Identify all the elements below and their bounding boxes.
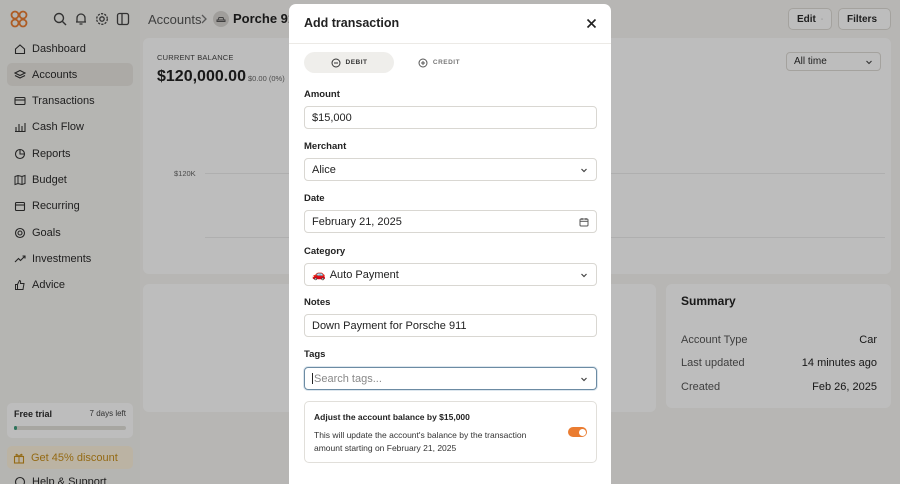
adjust-balance-description: This will update the account's balance b… [314,430,527,453]
date-value: February 21, 2025 [312,215,402,228]
tags-label: Tags [304,349,326,360]
amount-label: Amount [304,89,340,100]
calendar-icon[interactable] [579,217,589,227]
date-field[interactable]: February 21, 2025 [304,210,597,233]
category-label: Category [304,246,346,257]
date-label: Date [304,193,325,204]
chevron-down-icon[interactable] [579,374,589,384]
notes-label: Notes [304,297,331,308]
amount-value: $15,000 [312,111,352,124]
plus-circle-icon [418,58,428,67]
category-value: Auto Payment [329,268,399,281]
adjust-balance-toggle[interactable] [568,427,587,437]
category-select[interactable]: 🚗 Auto Payment [304,263,597,286]
text-cursor [312,373,313,385]
adjust-balance-title: Adjust the account balance by $15,000 [314,412,470,422]
merchant-label: Merchant [304,141,347,152]
merchant-select[interactable]: Alice [304,158,597,181]
notes-value: Down Payment for Porsche 911 [312,319,467,332]
merchant-value: Alice [312,163,336,176]
credit-tab[interactable]: CREDIT [394,52,484,73]
chevron-down-icon [581,168,587,172]
tags-placeholder: Search tags... [314,372,382,385]
minus-circle-icon [331,58,340,67]
chevron-down-icon [581,273,587,277]
debit-tab[interactable]: DEBIT [304,52,394,73]
debit-label: DEBIT [345,59,368,66]
transaction-type-toggle: DEBIT CREDIT [304,52,484,73]
adjust-balance-panel: Adjust the account balance by $15,000 Th… [304,401,597,463]
tags-search-input[interactable]: Search tags... [304,367,597,390]
car-emoji-icon: 🚗 [312,269,326,281]
close-icon[interactable] [585,17,598,30]
credit-label: CREDIT [432,59,461,66]
amount-field[interactable]: $15,000 [304,106,597,129]
modal-divider [289,43,611,44]
notes-field[interactable]: Down Payment for Porsche 911 [304,314,597,337]
modal-title: Add transaction [304,16,400,30]
add-transaction-modal: Add transaction DEBIT CREDIT Amount $15,… [289,4,611,484]
